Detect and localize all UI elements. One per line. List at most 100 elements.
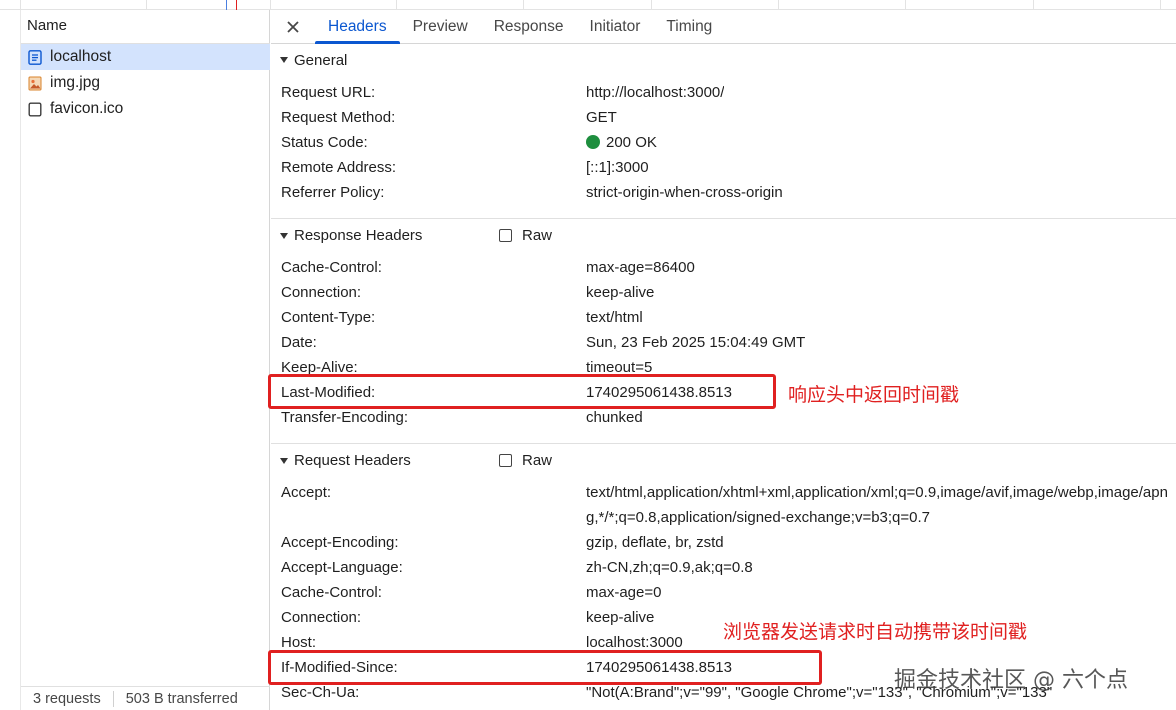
header-value: max-age=86400 — [586, 259, 695, 276]
tab-response[interactable]: Response — [481, 10, 577, 43]
header-value: Sun, 23 Feb 2025 15:04:49 GMT — [586, 334, 806, 351]
header-value: chunked — [586, 409, 643, 426]
checkbox-icon[interactable] — [499, 454, 512, 467]
status-bar: 3 requests 503 B transferred — [21, 686, 270, 710]
timeline-gridline — [396, 0, 397, 10]
header-row: Request URL: http://localhost:3000/ — [271, 80, 1176, 105]
header-key: Request URL: — [281, 84, 376, 101]
raw-label: Raw — [522, 227, 553, 244]
request-row-img[interactable]: img.jpg — [21, 70, 270, 96]
header-key: Host: — [281, 634, 317, 651]
header-key: Accept-Language: — [281, 559, 403, 576]
response-annotation-note: 响应头中返回时间戳 — [788, 384, 960, 406]
request-list-panel: Name localhost img.jpg favicon.ico 3 req… — [0, 10, 270, 710]
timeline-gridline — [1033, 0, 1034, 10]
header-row: Status Code: 200 OK — [271, 130, 1176, 155]
caret-down-icon — [279, 231, 289, 241]
request-list: localhost img.jpg favicon.ico — [21, 44, 270, 122]
header-row: Accept: text/html,application/xhtml+xml,a… — [271, 480, 1176, 530]
raw-toggle[interactable]: Raw — [499, 452, 552, 469]
status-value: 200 OK — [586, 134, 657, 151]
status-text: 200 OK — [606, 134, 657, 151]
header-key: Status Code: — [281, 134, 368, 151]
timeline-gridline — [270, 0, 271, 10]
request-list-gutter — [0, 10, 21, 710]
header-key: Connection: — [281, 284, 362, 301]
header-value: zh-CN,zh;q=0.9,ak;q=0.8 — [586, 559, 753, 576]
header-key: Cache-Control: — [281, 584, 382, 601]
tab-timing[interactable]: Timing — [653, 10, 725, 43]
request-count: 3 requests — [33, 690, 101, 707]
timeline-gridline — [20, 0, 21, 10]
header-row: Connection: keep-alive — [271, 280, 1176, 305]
name-column-header[interactable]: Name — [21, 10, 270, 44]
header-value: text/html,application/xhtml+xml,applicat… — [586, 484, 1168, 526]
section-title: Request Headers — [294, 452, 411, 469]
details-tab-bar: Headers Preview Response Initiator Timin… — [271, 10, 1176, 44]
caret-down-icon — [279, 55, 289, 65]
timeline-gridline — [778, 0, 779, 10]
tab-initiator[interactable]: Initiator — [577, 10, 654, 43]
header-row: Remote Address: [::1]:3000 — [271, 155, 1176, 180]
header-value: http://localhost:3000/ — [586, 84, 725, 101]
header-key: Sec-Ch-Ua: — [281, 684, 360, 701]
watermark-text: 掘金技术社区 @ 六个点 — [894, 668, 1128, 693]
request-details-panel: Headers Preview Response Initiator Timin… — [271, 10, 1176, 710]
header-key: Remote Address: — [281, 159, 397, 176]
header-key: Referrer Policy: — [281, 184, 385, 201]
header-key: Date: — [281, 334, 317, 351]
header-row: Referrer Policy: strict-origin-when-cross… — [271, 180, 1176, 205]
checkbox-icon[interactable] — [499, 229, 512, 242]
header-key: Request Method: — [281, 109, 396, 126]
header-key: Accept-Encoding: — [281, 534, 399, 551]
request-name: img.jpg — [50, 74, 100, 91]
request-row-localhost[interactable]: localhost — [21, 44, 270, 70]
request-name: localhost — [50, 48, 112, 65]
header-value: gzip, deflate, br, zstd — [586, 534, 724, 551]
document-icon — [28, 49, 42, 65]
header-value: keep-alive — [586, 609, 655, 626]
header-value: max-age=0 — [586, 584, 662, 601]
header-key: Transfer-Encoding: — [281, 409, 409, 426]
transferred-size: 503 B transferred — [125, 690, 238, 707]
header-key: Connection: — [281, 609, 362, 626]
header-row: Cache-Control: max-age=0 — [271, 580, 1176, 605]
header-key: Content-Type: — [281, 309, 376, 326]
timeline-load-marker — [236, 0, 237, 10]
close-icon[interactable] — [271, 10, 315, 43]
timeline-gridline — [523, 0, 524, 10]
header-row: Content-Type: text/html — [271, 305, 1176, 330]
section-title: Response Headers — [294, 227, 423, 244]
timeline-gridline — [146, 0, 147, 10]
header-row: Request Method: GET — [271, 105, 1176, 130]
request-headers-section-header[interactable]: Request Headers Raw — [271, 443, 1176, 477]
response-headers-section-header[interactable]: Response Headers Raw — [271, 218, 1176, 252]
header-value: text/html — [586, 309, 643, 326]
last-modified-highlight-box — [268, 374, 776, 409]
header-key: Cache-Control: — [281, 259, 382, 276]
tab-preview[interactable]: Preview — [400, 10, 481, 43]
caret-down-icon — [279, 456, 289, 466]
header-row: Cache-Control: max-age=86400 — [271, 255, 1176, 280]
header-value: localhost:3000 — [586, 634, 683, 651]
header-value: keep-alive — [586, 284, 655, 301]
tab-headers[interactable]: Headers — [315, 10, 400, 44]
status-ok-icon — [586, 135, 600, 149]
general-section-header[interactable]: General — [271, 45, 1176, 75]
raw-label: Raw — [522, 452, 553, 469]
empty-file-icon — [28, 102, 42, 117]
timeline-gridline — [651, 0, 652, 10]
timeline-gridline — [905, 0, 906, 10]
raw-toggle[interactable]: Raw — [499, 227, 552, 244]
header-value: strict-origin-when-cross-origin — [586, 184, 783, 201]
network-timeline-strip[interactable] — [0, 0, 1176, 10]
header-row: Accept-Language: zh-CN,zh;q=0.9,ak;q=0.8 — [271, 555, 1176, 580]
request-row-favicon[interactable]: favicon.ico — [21, 96, 270, 122]
request-name: favicon.ico — [50, 100, 124, 117]
header-key: Accept: — [281, 484, 332, 501]
request-annotation-note: 浏览器发送请求时自动携带该时间戳 — [723, 621, 1028, 643]
header-value: [::1]:3000 — [586, 159, 649, 176]
header-row: Date: Sun, 23 Feb 2025 15:04:49 GMT — [271, 330, 1176, 355]
section-title: General — [294, 51, 348, 69]
timeline-gridline — [1160, 0, 1161, 10]
